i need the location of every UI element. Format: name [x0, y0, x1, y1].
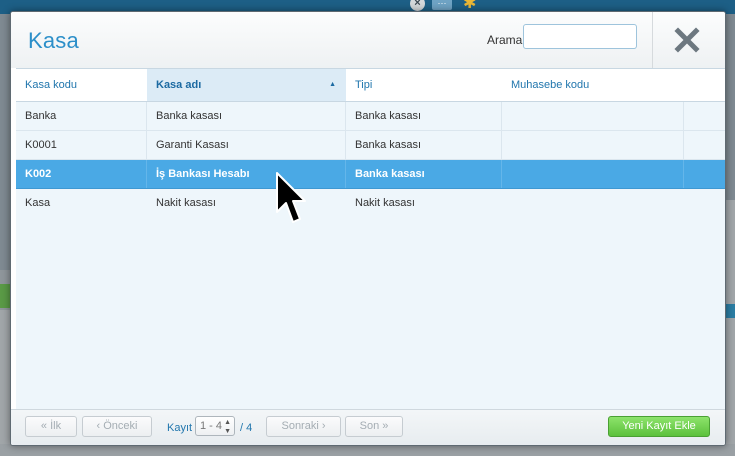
search-label: Arama — [487, 33, 523, 47]
cell-muhasebe-kodu — [502, 131, 684, 159]
column-label: Tipi — [355, 79, 373, 91]
page-label: Kayıt — [167, 422, 193, 434]
cell-kasa-kodu: Kasa — [25, 197, 51, 209]
cell-kasa-kodu: K002 — [16, 160, 147, 188]
pagination-bar: « İlk ‹ Önceki Kayıt 1 - 4 ▲ ▼ / 4 Sonrak… — [11, 409, 725, 445]
add-new-record-button[interactable]: Yeni Kayıt Ekle — [608, 416, 710, 437]
table-row[interactable]: Banka Banka kasası Banka kasası — [16, 102, 725, 131]
column-header-kasa-kodu[interactable]: Kasa kodu — [16, 69, 147, 101]
updown-icon: ▲ ▼ — [224, 419, 231, 435]
cell-kasa-kodu: Banka — [16, 102, 147, 130]
cell-muhasebe-kodu — [502, 189, 684, 217]
first-page-button[interactable]: « İlk — [25, 416, 77, 437]
background-more-icon: ··· — [432, 0, 452, 10]
table-row[interactable]: Kasa Nakit kasası Nakit kasası — [16, 189, 725, 218]
next-page-button[interactable]: Sonraki › — [266, 416, 341, 437]
background-teal-tab — [725, 304, 735, 318]
cell-tipi: Banka kasası — [346, 131, 502, 159]
header-divider — [652, 12, 653, 68]
cell-muhasebe-kodu — [502, 102, 684, 130]
cell-kasa-adi: Garanti Kasası — [147, 131, 346, 159]
cell-kasa-adi: Nakit kasası — [156, 197, 216, 209]
column-header-tipi[interactable]: Tipi — [346, 69, 502, 101]
close-icon — [674, 27, 700, 53]
cell-kasa-adi: İş Bankası Hesabı — [147, 160, 346, 188]
cell-tipi: Banka kasası — [346, 160, 502, 188]
column-label: Kasa adı — [156, 79, 202, 91]
background-green-tab — [0, 284, 10, 308]
column-label: Kasa kodu — [25, 79, 77, 91]
table-row[interactable]: K0001 Garanti Kasası Banka kasası — [16, 131, 725, 160]
background-left-strip — [0, 310, 10, 456]
cell-tipi: Nakit kasası — [355, 197, 415, 209]
dialog-header: Kasa Arama — [11, 12, 725, 68]
dialog-title: Kasa — [28, 28, 79, 53]
cell-extra — [684, 160, 725, 188]
page-select[interactable]: 1 - 4 ▲ ▼ — [195, 416, 235, 436]
cell-kasa-kodu: K0001 — [16, 131, 147, 159]
table-header: Kasa kodu Kasa adı ▲ Tipi Muhasebe kodu — [16, 68, 725, 102]
cell-kasa-adi: Banka kasası — [147, 102, 346, 130]
sort-ascending-icon: ▲ — [329, 81, 336, 88]
table-row-selected[interactable]: K002 İş Bankası Hesabı Banka kasası — [16, 160, 725, 189]
page-total: / 4 — [240, 422, 253, 434]
page-select-value: 1 - 4 — [200, 420, 223, 432]
cell-tipi: Banka kasası — [346, 102, 502, 130]
search-input[interactable] — [523, 24, 637, 49]
kasa-table: Kasa kodu Kasa adı ▲ Tipi Muhasebe kodu … — [16, 68, 725, 411]
cell-extra — [684, 131, 725, 159]
last-page-button[interactable]: Son » — [345, 416, 403, 437]
background-close-icon: × — [410, 0, 425, 11]
previous-page-button[interactable]: ‹ Önceki — [82, 416, 152, 437]
background-right-strip — [725, 200, 735, 456]
close-button[interactable] — [666, 25, 708, 57]
cell-extra — [684, 102, 725, 130]
column-header-kasa-adi[interactable]: Kasa adı ▲ — [147, 69, 346, 101]
kasa-dialog: Kasa Arama Kasa kodu Kasa adı ▲ Tipi Muh… — [10, 11, 726, 446]
column-header-muhasebe-kodu[interactable]: Muhasebe kodu — [502, 69, 684, 101]
column-label: Muhasebe kodu — [511, 79, 590, 91]
cell-muhasebe-kodu — [502, 160, 684, 188]
table-body: Banka Banka kasası Banka kasası K0001 Ga… — [16, 102, 725, 411]
